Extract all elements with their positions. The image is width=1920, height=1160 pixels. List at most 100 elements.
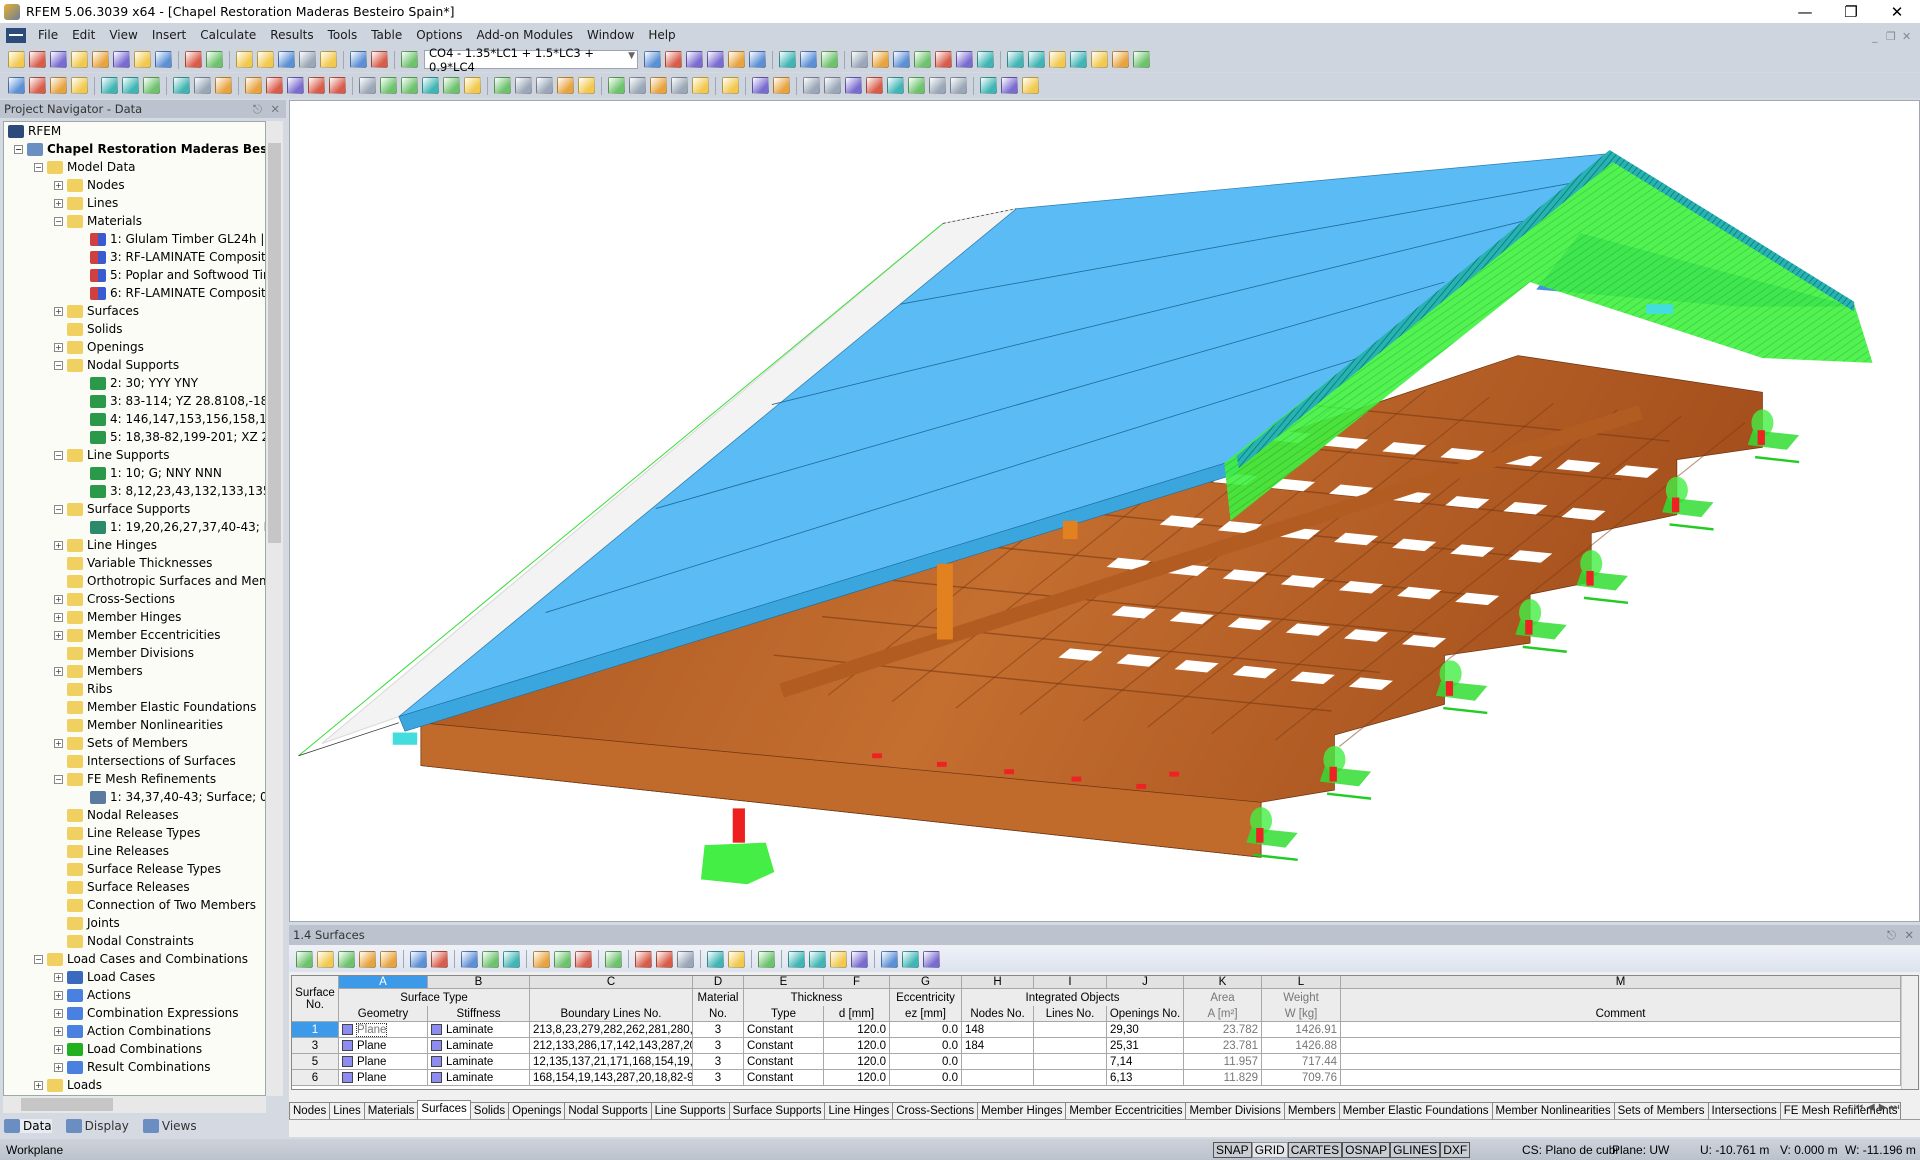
refresh-icon[interactable] [503,950,520,968]
zoom-window-icon[interactable] [536,77,553,94]
cell-ez[interactable]: 0.0 [890,1038,962,1054]
table-tab-member-hinges[interactable]: Member Hinges [977,1102,1067,1119]
cell-material[interactable]: 3 [693,1022,744,1038]
close-button[interactable]: ✕ [1874,0,1920,23]
cell-nodes[interactable] [962,1054,1034,1070]
cell-geometry-value[interactable]: Plane [357,1056,386,1068]
insert-row-icon[interactable] [317,950,334,968]
support-display-icon[interactable] [866,77,883,94]
table-color-icon[interactable] [707,950,724,968]
navigator-vertical-scrollbar[interactable] [266,121,283,1096]
collapse-icon[interactable]: − [14,144,23,154]
menu-calculate[interactable]: Calculate [200,28,256,42]
load-icon[interactable] [359,77,376,94]
tree-item[interactable]: + Line Hinges [54,536,157,554]
tree-item[interactable]: Nodal Releases [67,806,179,824]
opening-icon[interactable] [266,77,283,94]
mdi-close-button[interactable]: ✕ [1902,30,1911,43]
guide-icon[interactable] [215,77,232,94]
table-tab-member-elastic-foundations[interactable]: Member Elastic Foundations [1338,1102,1493,1119]
cell-geometry[interactable]: Plane [339,1038,428,1054]
menu-results[interactable]: Results [270,28,313,42]
tab-scroll-buttons[interactable]: ⏮◀▶⏭ [1854,1102,1903,1113]
tree-item[interactable]: − Materials [54,212,142,230]
rotate-right-icon[interactable] [482,950,499,968]
tree-item[interactable]: Member Elastic Foundations [67,698,256,716]
multiply-icon[interactable] [554,950,571,968]
tree-item[interactable]: Intersections of Surfaces [67,752,236,770]
tree-item[interactable]: 3: 8,12,23,43,132,133,135,137,18 [90,482,265,500]
pin-icon[interactable]: ⎋ [253,102,262,117]
print-report-icon[interactable] [113,51,130,68]
menu-tools[interactable]: Tools [328,28,358,42]
view-3d2-icon[interactable] [914,51,931,68]
expand-icon[interactable]: + [54,1062,63,1072]
tree-item[interactable]: − Nodal Supports [54,356,179,374]
tree-item[interactable]: Nodal Constraints [67,932,194,950]
view-3d-icon[interactable] [893,51,910,68]
solid-render-icon[interactable] [845,77,862,94]
table-tab-solids[interactable]: Solids [469,1102,510,1119]
expand-icon[interactable]: + [34,1080,43,1090]
settings-icon[interactable] [1112,51,1129,68]
navigator-tab-data[interactable]: Data [4,1119,52,1133]
expand-icon[interactable]: + [54,342,63,352]
tree-item[interactable]: Variable Thicknesses [67,554,212,572]
table-tab-openings[interactable]: Openings [508,1102,566,1119]
pin-icon[interactable]: ⎋ [1887,928,1896,943]
open-icon[interactable] [29,51,46,68]
cell-ez[interactable]: 0.0 [890,1054,962,1070]
expand-icon[interactable]: + [54,666,63,676]
rotate-left-icon[interactable] [461,950,478,968]
table-vertical-scrollbar[interactable] [1901,976,1918,1089]
info-icon[interactable] [1091,51,1108,68]
cell-comment[interactable] [1341,1038,1901,1054]
tree-item[interactable]: + Sets of Members [54,734,188,752]
cell-nodes[interactable]: 148 [962,1022,1034,1038]
cell-boundary[interactable]: 213,8,23,279,282,262,281,280, [530,1022,693,1038]
close-icon[interactable]: ✕ [1904,928,1914,942]
tree-item[interactable]: + Actions [54,986,131,1004]
chevron-down-icon[interactable]: ▼ [628,51,635,61]
line-support-icon[interactable] [122,77,139,94]
prev-icon[interactable] [644,51,661,68]
view-y-icon[interactable] [629,77,646,94]
minimize-button[interactable]: — [1782,0,1828,23]
line-icon[interactable] [29,77,46,94]
cell-area[interactable]: 11.957 [1184,1054,1262,1070]
menu-view[interactable]: View [109,28,137,42]
grid-icon[interactable] [851,51,868,68]
view-minus-x-icon[interactable] [671,77,688,94]
expand-icon[interactable]: + [54,594,63,604]
collapse-icon[interactable]: − [54,360,63,370]
tree-item[interactable]: + Loads [34,1076,102,1094]
section-icon[interactable] [773,77,790,94]
cell-d[interactable]: 120.0 [824,1070,890,1086]
tree-item[interactable]: Connection of Two Members [67,896,256,914]
cell-type[interactable]: Constant [744,1070,824,1086]
deformation-icon[interactable] [779,51,796,68]
table-tab-member-divisions[interactable]: Member Divisions [1185,1102,1285,1119]
rotate-icon[interactable] [1028,51,1045,68]
table-tab-nodes[interactable]: Nodes [289,1102,331,1119]
tree-item[interactable]: − FE Mesh Refinements [54,770,216,788]
copy-surface-icon[interactable] [329,77,346,94]
nodal-support-icon[interactable] [101,77,118,94]
import-icon[interactable] [410,950,427,968]
cell-comment[interactable] [1341,1054,1901,1070]
load-wizard-icon[interactable] [464,77,481,94]
expand-icon[interactable]: + [54,990,63,1000]
menu-help[interactable]: Help [648,28,675,42]
cell-material[interactable]: 3 [693,1070,744,1086]
tree-item[interactable]: Line Releases [67,842,169,860]
result-line-icon[interactable] [887,77,904,94]
cell-stiffness[interactable]: Laminate [428,1038,530,1054]
cell-ez[interactable]: 0.0 [890,1070,962,1086]
redo-icon[interactable] [206,51,223,68]
cell-nodes[interactable]: 184 [962,1038,1034,1054]
box-icon[interactable] [557,77,574,94]
collapse-icon[interactable]: − [54,450,63,460]
connect-icon[interactable] [1007,51,1024,68]
undo-icon[interactable] [185,51,202,68]
menu-table[interactable]: Table [371,28,402,42]
